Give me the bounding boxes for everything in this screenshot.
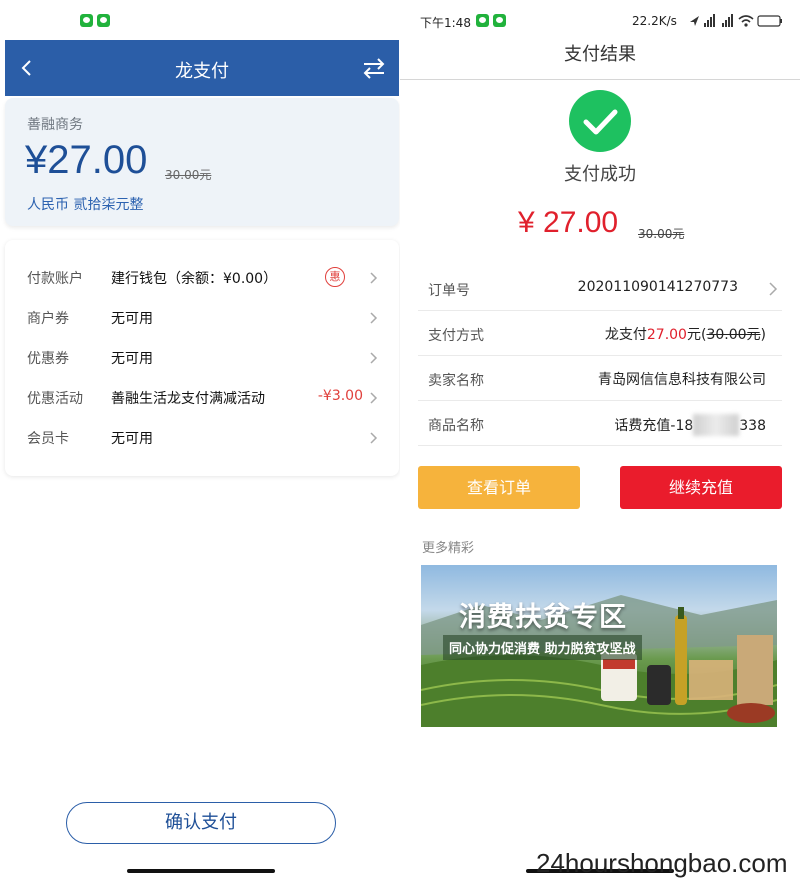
chevron-right-icon [769,282,778,296]
order-number: 202011090141270773 [577,279,738,295]
wechat-icon [493,14,506,27]
continue-recharge-button[interactable]: 继续充值 [620,466,782,509]
row-value: 无可用 [111,431,153,447]
banner-title: 消费扶贫专区 [459,602,627,633]
row-label: 商品名称 [428,418,484,434]
payment-account-row[interactable]: 付款账户 建行钱包（余额：¥0.00） 惠 [5,258,399,298]
payment-method-row: 支付方式 龙支付27.00元(30.00元) [418,311,782,356]
location-icon [690,16,699,26]
watermark: 24hourshongbao.com [536,848,788,878]
amount-in-words: 人民币 贰拾柒元整 [27,197,144,213]
row-value: 善融生活龙支付满减活动 [111,391,265,407]
status-bar: 下午1:48 22.2K/s [400,0,800,38]
check-circle-icon [569,90,631,152]
row-label: 支付方式 [428,328,484,344]
chevron-right-icon [370,432,378,444]
coupon-row[interactable]: 优惠券 无可用 [5,338,399,378]
chevron-right-icon [370,352,378,364]
original-amount: 30.00元 [165,168,212,182]
payment-amount: ¥27.00 [25,138,148,182]
status-time: 下午1:48 [420,16,471,30]
network-speed: 22.2K/s [632,14,677,28]
row-label: 卖家名称 [428,373,484,389]
right-screen: 下午1:48 22.2K/s 支付结果 支付成功 ¥ 27.00 30.00元 … [400,0,800,884]
seller-name: 青岛网信信息科技有限公司 [598,372,766,388]
wechat-icon [476,14,489,27]
row-label: 订单号 [428,283,470,299]
redacted-mask [693,414,740,436]
status-bar [0,0,400,40]
discount-amount: -¥3.00 [317,388,363,404]
product-name-row: 商品名称 话费充值-18 338 [418,401,782,446]
row-label: 付款账户 [27,271,83,287]
merchant-coupon-row[interactable]: 商户券 无可用 [5,298,399,338]
confirm-payment-button[interactable]: 确认支付 [66,802,336,844]
more-section-title: 更多精彩 [422,541,475,556]
row-label: 优惠活动 [27,391,83,407]
merchant-name: 善融商务 [27,117,83,133]
row-value: 无可用 [111,311,153,327]
row-label: 会员卡 [27,431,69,447]
paid-amount: ¥ 27.00 [518,206,619,239]
left-screen: 龙支付 善融商务 ¥27.00 30.00元 人民币 贰拾柒元整 付款账户 建行… [0,0,400,884]
product-name: 话费充值-18 338 [614,414,766,436]
payment-options-card: 付款账户 建行钱包（余额：¥0.00） 惠 商户券 无可用 优惠券 无可用 优惠… [5,240,399,476]
banner-subtitle: 同心协力促消费 助力脱贫攻坚战 [443,635,642,660]
home-indicator[interactable] [127,869,275,873]
amount-card: 善融商务 ¥27.00 30.00元 人民币 贰拾柒元整 [5,98,399,226]
chevron-right-icon [370,272,378,284]
chevron-right-icon [370,312,378,324]
seller-name-row: 卖家名称 青岛网信信息科技有限公司 [418,356,782,401]
promo-banner[interactable]: 消费扶贫专区 同心协力促消费 助力脱贫攻坚战 [421,565,777,727]
member-card-row[interactable]: 会员卡 无可用 [5,418,399,458]
app-header: 龙支付 [5,40,399,96]
row-label: 商户券 [27,311,69,327]
page-title: 支付结果 [564,44,636,65]
app-header: 支付结果 [400,38,800,80]
chevron-right-icon [370,392,378,404]
order-number-row[interactable]: 订单号 202011090141270773 [418,266,782,311]
wechat-icon [80,14,93,27]
status-icons [690,14,782,27]
wechat-icon [97,14,110,27]
payment-method-value: 龙支付27.00元(30.00元) [604,327,766,343]
page-title: 龙支付 [175,61,229,82]
row-value: 建行钱包（余额：¥0.00） [111,271,278,287]
view-order-button[interactable]: 查看订单 [418,466,580,509]
row-label: 优惠券 [27,351,69,367]
original-amount: 30.00元 [638,227,685,241]
swap-arrows-icon[interactable] [361,56,387,80]
success-message: 支付成功 [564,164,636,185]
discount-badge-icon: 惠 [325,267,345,287]
row-value: 无可用 [111,351,153,367]
promotion-row[interactable]: 优惠活动 善融生活龙支付满减活动 -¥3.00 [5,378,399,418]
